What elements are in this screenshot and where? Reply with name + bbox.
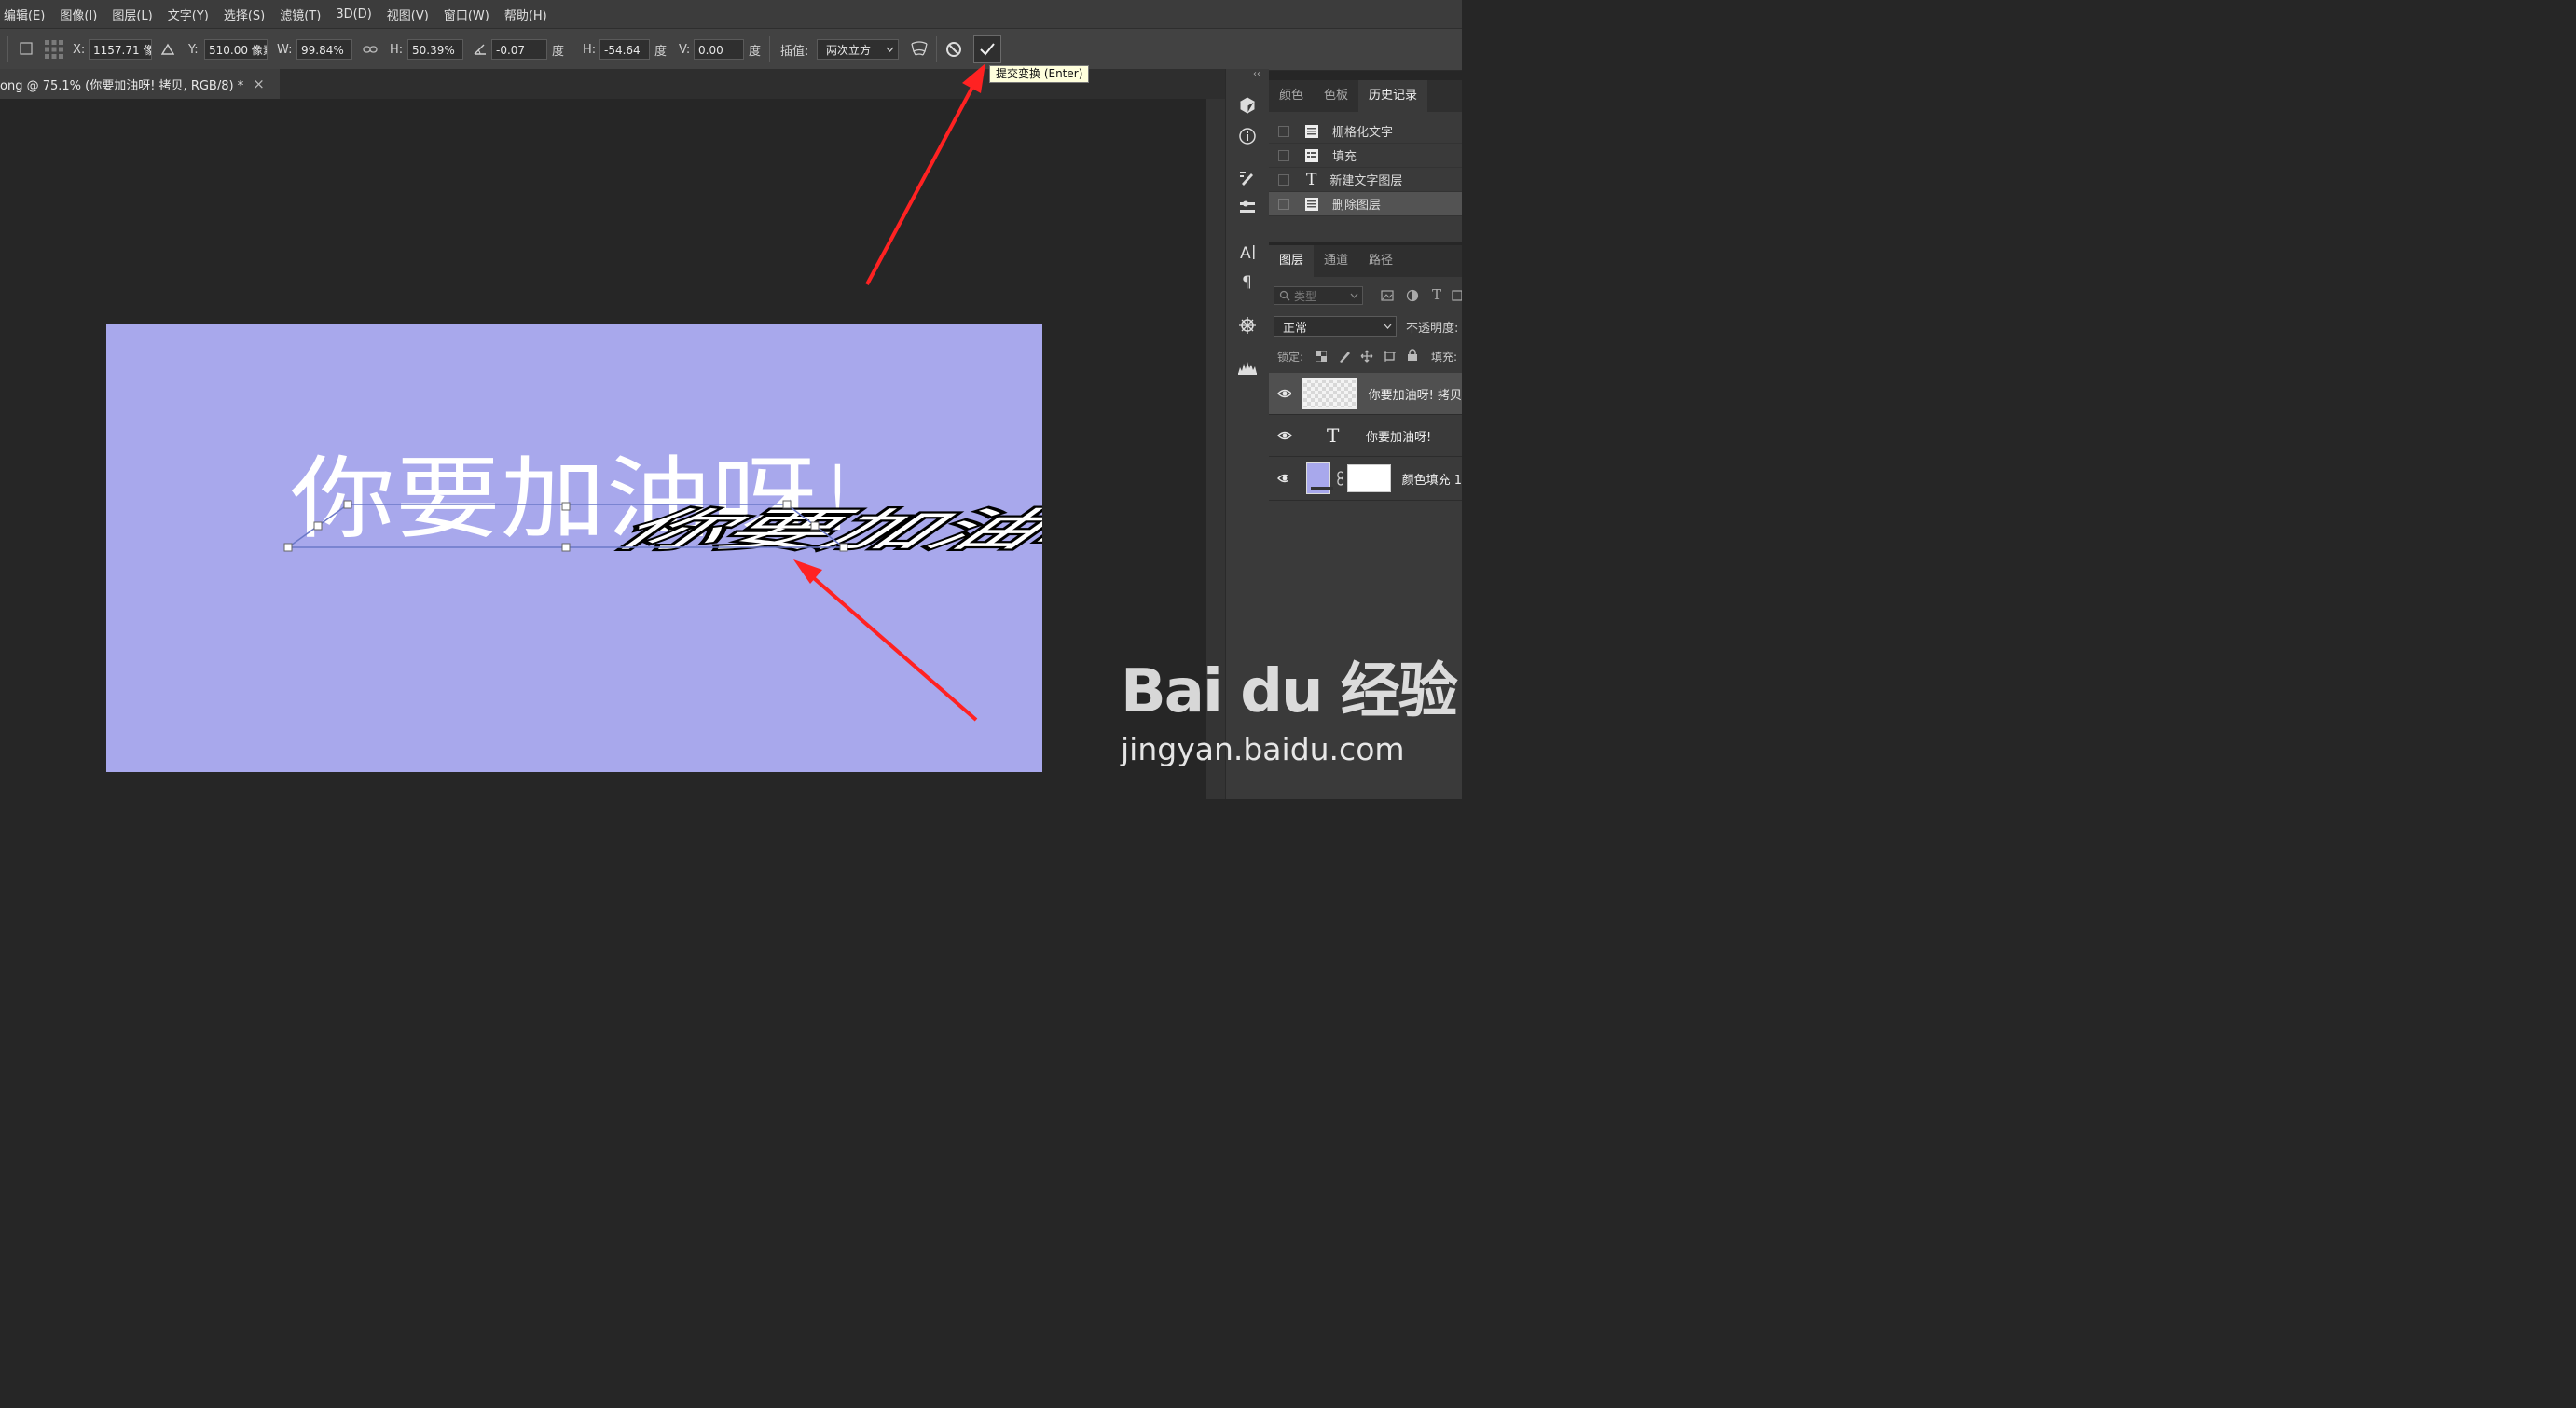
- layer-row[interactable]: T 你要加油呀!: [1269, 415, 1462, 457]
- svg-text:¶: ¶: [1242, 273, 1252, 290]
- navigator-icon[interactable]: [1237, 315, 1258, 336]
- tab-channels[interactable]: 通道: [1314, 245, 1358, 277]
- layer-mask-thumbnail[interactable]: [1347, 464, 1391, 492]
- watermark-logo-text: Bai du 经验: [1121, 657, 1458, 726]
- watermark-url: jingyan.baidu.com: [1121, 731, 1405, 767]
- layer-name: 颜色填充 1: [1401, 473, 1462, 488]
- history-item[interactable]: 填充: [1269, 144, 1462, 168]
- fill-label: 填充:: [1431, 351, 1458, 364]
- brush-icon[interactable]: [1237, 168, 1258, 188]
- history-checkbox[interactable]: [1278, 149, 1289, 161]
- clone-source-icon[interactable]: [1237, 198, 1258, 218]
- history-item-label: 删除图层: [1332, 199, 1382, 213]
- history-item-label: 新建文字图层: [1329, 174, 1403, 188]
- 3d-icon[interactable]: [1237, 95, 1258, 116]
- info-icon[interactable]: [1237, 126, 1258, 146]
- search-icon: [1279, 290, 1290, 301]
- lock-label: 锁定:: [1277, 351, 1304, 364]
- image-filter-icon[interactable]: [1381, 289, 1394, 302]
- lock-pixels-icon[interactable]: [1338, 350, 1351, 363]
- tab-paths[interactable]: 路径: [1358, 245, 1403, 277]
- layer-filter-select[interactable]: 类型: [1274, 286, 1363, 305]
- shape-filter-icon[interactable]: [1452, 289, 1462, 302]
- history-checkbox[interactable]: [1278, 173, 1289, 186]
- history-checkbox[interactable]: [1278, 125, 1289, 137]
- layer-filter-placeholder: 类型: [1294, 289, 1317, 303]
- layer-name: 你要加油呀! 拷贝: [1368, 388, 1462, 403]
- layer-name: 你要加油呀!: [1366, 430, 1432, 445]
- lock-transparent-icon[interactable]: [1316, 351, 1327, 362]
- paragraph-icon[interactable]: ¶: [1237, 270, 1258, 291]
- blend-mode-select[interactable]: 正常: [1274, 316, 1397, 337]
- collapse-icon[interactable]: ‹‹: [1253, 69, 1260, 79]
- chevron-down-icon: [1350, 293, 1358, 298]
- svg-text:A: A: [1240, 244, 1251, 261]
- red-arrow-shaft: [806, 571, 978, 722]
- blend-mode-value: 正常: [1283, 321, 1308, 336]
- history-item[interactable]: 栅格化文字: [1269, 119, 1462, 144]
- type-icon: T: [1306, 170, 1317, 189]
- lock-all-icon[interactable]: [1407, 349, 1418, 362]
- fill-layer-thumbnail: [1305, 462, 1333, 494]
- type-filter-icon[interactable]: T: [1432, 286, 1441, 303]
- text-layer-icon: T: [1327, 424, 1340, 447]
- layer-row-selected[interactable]: 你要加油呀! 拷贝: [1269, 373, 1462, 415]
- document-icon: [1305, 197, 1318, 211]
- document-icon: [1305, 124, 1318, 138]
- eye-icon[interactable]: [1277, 430, 1292, 441]
- fill-layer-indicator: [1310, 487, 1333, 490]
- commit-transform-tooltip: 提交变换 (Enter): [989, 65, 1090, 83]
- adjustment-filter-icon[interactable]: [1406, 289, 1419, 302]
- lock-position-icon[interactable]: [1360, 350, 1373, 363]
- history-item-label: 填充: [1332, 150, 1357, 164]
- layer-thumbnail: [1301, 378, 1357, 409]
- lock-artboard-icon[interactable]: [1383, 350, 1397, 363]
- red-arrow-shaft: [865, 79, 978, 285]
- tab-layers[interactable]: 图层: [1269, 245, 1315, 277]
- opacity-label: 不透明度:: [1406, 322, 1459, 336]
- histogram-icon[interactable]: [1237, 357, 1258, 378]
- history-item-label: 栅格化文字: [1332, 126, 1394, 140]
- baidu-watermark-logo: Bai du 经验: [1121, 643, 1458, 729]
- eye-icon[interactable]: [1277, 473, 1288, 484]
- fill-icon: [1305, 148, 1318, 162]
- history-panel: 颜色 色板 历史记录 栅格化文字 填充 T 新建文字图层 删除图层: [1269, 80, 1462, 242]
- character-icon[interactable]: A: [1237, 242, 1258, 262]
- layer-row[interactable]: 颜色填充 1: [1269, 457, 1462, 501]
- tab-swatches[interactable]: 色板: [1314, 80, 1358, 112]
- red-arrow-head: [962, 63, 985, 93]
- history-item-selected[interactable]: 删除图层: [1269, 192, 1462, 216]
- chain-link-icon[interactable]: [1336, 471, 1343, 486]
- history-checkbox[interactable]: [1278, 198, 1289, 210]
- tab-history[interactable]: 历史记录: [1358, 80, 1428, 112]
- eye-icon[interactable]: [1277, 388, 1291, 399]
- tab-color[interactable]: 颜色: [1269, 80, 1314, 112]
- history-item[interactable]: T 新建文字图层: [1269, 168, 1462, 192]
- chevron-down-icon: [1384, 324, 1392, 329]
